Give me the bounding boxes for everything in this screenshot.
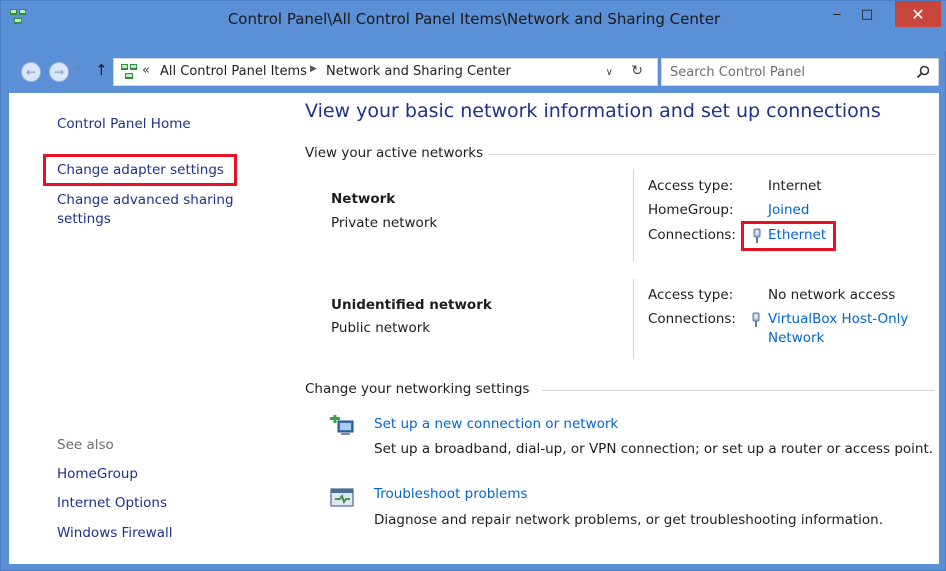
change-advanced-sharing-link[interactable]: Change advanced sharing: [57, 192, 234, 208]
page-title: View your basic network information and …: [305, 100, 881, 122]
window-frame: Control Panel\All Control Panel Items\Ne…: [0, 0, 946, 571]
network-name: Network: [331, 191, 396, 207]
title-bar[interactable]: Control Panel\All Control Panel Items\Ne…: [1, 1, 946, 51]
active-networks-heading: View your active networks: [305, 145, 484, 161]
change-adapter-settings-link[interactable]: Change adapter settings: [57, 162, 224, 178]
search-input[interactable]: [670, 62, 900, 82]
address-bar: ← → ▾ ↑ « All Control Panel Items ▶ Netw…: [9, 57, 939, 87]
control-panel-home-link[interactable]: Control Panel Home: [57, 116, 191, 132]
see-also-heading: See also: [57, 437, 114, 453]
minimize-button[interactable]: ‒: [823, 1, 851, 27]
vertical-divider: [633, 169, 634, 261]
search-box[interactable]: [661, 58, 939, 86]
homegroup-label: HomeGroup:: [648, 202, 734, 218]
homegroup-link[interactable]: HomeGroup: [57, 466, 138, 482]
network-center-icon: [121, 64, 137, 79]
access-type-label: Access type:: [648, 178, 734, 194]
breadcrumb-item[interactable]: Network and Sharing Center: [326, 64, 511, 79]
address-dropdown-button[interactable]: ∨: [606, 67, 613, 78]
troubleshoot-icon: [330, 488, 354, 507]
network-category: Public network: [331, 320, 431, 336]
change-advanced-sharing-link-continued[interactable]: settings: [57, 211, 111, 227]
recent-locations-button[interactable]: ▾: [75, 64, 80, 75]
section-divider: [488, 154, 935, 155]
internet-options-link[interactable]: Internet Options: [57, 495, 167, 511]
search-icon[interactable]: [916, 65, 930, 79]
windows-firewall-link[interactable]: Windows Firewall: [57, 525, 172, 541]
breadcrumb-item[interactable]: All Control Panel Items: [160, 64, 307, 79]
access-type-label: Access type:: [648, 287, 734, 303]
connections-label: Connections:: [648, 227, 736, 243]
ethernet-icon: [753, 228, 761, 243]
troubleshoot-link[interactable]: Troubleshoot problems: [374, 486, 528, 502]
networking-settings-heading: Change your networking settings: [305, 381, 530, 397]
troubleshoot-description: Diagnose and repair network problems, or…: [374, 512, 884, 528]
ethernet-connection-link[interactable]: Ethernet: [768, 227, 826, 243]
virtualbox-connection-link[interactable]: VirtualBox Host-Only: [768, 311, 908, 327]
network-category: Private network: [331, 215, 438, 231]
homegroup-joined-link[interactable]: Joined: [768, 202, 809, 218]
connections-label: Connections:: [648, 311, 736, 327]
back-button[interactable]: ←: [21, 62, 41, 82]
breadcrumb[interactable]: « All Control Panel Items ▶ Network and …: [113, 58, 658, 86]
access-type-value: No network access: [768, 287, 896, 303]
new-connection-icon: [330, 415, 354, 435]
window-title: Control Panel\All Control Panel Items\Ne…: [227, 10, 721, 28]
virtualbox-connection-link-continued[interactable]: Network: [768, 330, 824, 346]
breadcrumb-separator-icon[interactable]: ▶: [310, 64, 317, 74]
refresh-button[interactable]: ↻: [631, 63, 643, 79]
setup-connection-description: Set up a broadband, dial-up, or VPN conn…: [374, 441, 934, 457]
up-button[interactable]: ↑: [95, 61, 108, 79]
section-divider: [542, 390, 935, 391]
maximize-button[interactable]: □: [853, 1, 881, 27]
vertical-divider: [633, 279, 634, 359]
breadcrumb-overflow-button[interactable]: «: [142, 63, 150, 78]
forward-button[interactable]: →: [49, 62, 69, 82]
ethernet-icon: [752, 312, 760, 327]
network-name: Unidentified network: [331, 297, 492, 313]
setup-connection-link[interactable]: Set up a new connection or network: [374, 416, 618, 432]
close-button[interactable]: ✕: [895, 1, 941, 27]
content-area: Control Panel Home Change adapter settin…: [9, 93, 939, 564]
access-type-value: Internet: [768, 178, 822, 194]
